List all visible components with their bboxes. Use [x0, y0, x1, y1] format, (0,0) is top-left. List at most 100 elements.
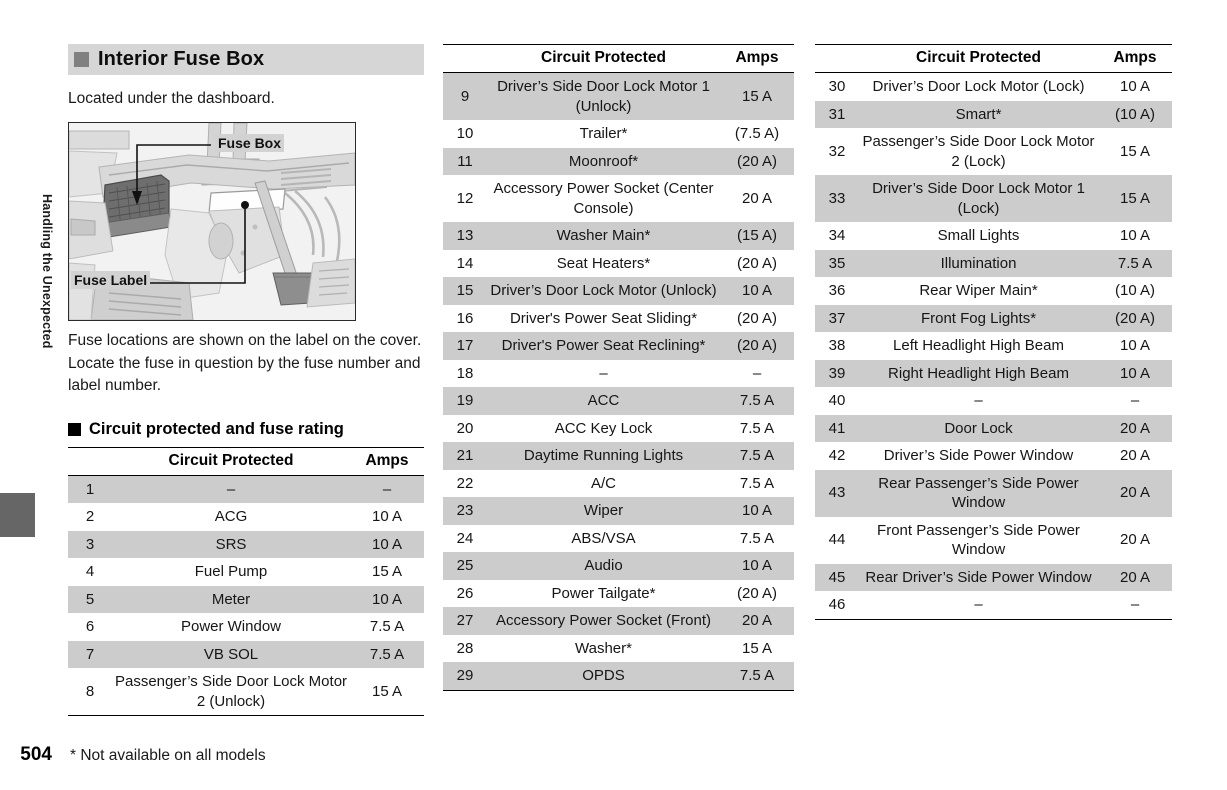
callout-fuse-box: Fuse Box	[215, 134, 285, 152]
cell-amps: 7.5 A	[739, 419, 775, 437]
cell-amps: –	[350, 475, 424, 503]
cell-fuse-number: 38	[828, 337, 846, 354]
cell-fuse-number: 19	[443, 387, 487, 415]
footnote-not-available: * Not available on all models	[70, 747, 266, 764]
table-row: 36 Rear Wiper Main* (10 A)	[815, 277, 1172, 305]
cell-fuse-number: 2	[85, 508, 95, 525]
column-header-amps: Amps	[720, 44, 794, 73]
column-header-amps: Amps	[350, 446, 424, 476]
table-row: 37 Front Fog Lights* (20 A)	[815, 304, 1172, 332]
cell-fuse-number: 14	[456, 254, 474, 272]
chapter-side-tab: Handling the Unexpected	[0, 0, 54, 790]
callout-fuse-label: Fuse Label	[71, 271, 151, 289]
cell-fuse-number: 15	[443, 277, 487, 305]
cell-circuit-protected: Right Headlight High Beam	[859, 359, 1098, 387]
cell-fuse-number: 39	[815, 359, 859, 387]
table-row: 11 Moonroof* (20 A)	[443, 147, 794, 175]
table-row: 34 Small Lights 10 A	[815, 222, 1172, 250]
cell-circuit-protected: Meter	[112, 585, 350, 613]
table-row: 21 Daytime Running Lights 7.5 A	[443, 442, 794, 470]
fuse-table-left: Circuit Protected Amps 1– –2 ACG 10 A 3 SRS 10…	[68, 446, 424, 717]
section-intro-text: Located under the dashboard.	[68, 90, 275, 107]
column-header-number	[68, 446, 112, 476]
table-row: 40 – –	[815, 387, 1172, 415]
cell-circuit-protected: OPDS	[487, 662, 720, 691]
cell-circuit-protected: Passenger’s Side Door Lock Motor 2 (Lock…	[862, 133, 1095, 170]
cell-fuse-number: 30	[828, 78, 846, 95]
cell-amps: (10 A)	[1114, 282, 1156, 299]
cell-fuse-number: 5	[68, 585, 112, 613]
cell-amps: 7.5 A	[739, 529, 775, 547]
cell-fuse-number: 42	[828, 447, 846, 464]
table-header-row: Circuit Protected Amps	[443, 44, 794, 73]
cell-amps: 7.5 A	[1098, 249, 1172, 277]
cell-circuit-protected: Driver’s Side Door Lock Motor 1 (Lock)	[859, 175, 1098, 222]
table-row: 20 ACC Key Lock 7.5 A	[443, 415, 794, 443]
cell-amps: 15 A	[350, 668, 424, 716]
cell-fuse-number: 16	[456, 309, 474, 327]
table-row: 32 Passenger’s Side Door Lock Motor 2 (Lo…	[815, 128, 1172, 175]
cell-fuse-number: 29	[443, 662, 487, 691]
fuse-table-left-body: 1– –2 ACG 10 A 3 SRS 10 A 4 Fuel Pump 15 A 5 Meter 1…	[68, 475, 424, 716]
cell-fuse-number: 31	[815, 100, 859, 128]
cell-circuit-protected: Rear Passenger’s Side Power Window	[859, 469, 1098, 517]
cell-circuit-protected: A/C	[590, 474, 616, 492]
table-row: 29 OPDS 7.5 A	[443, 662, 794, 691]
cell-circuit-protected: Illumination	[859, 249, 1098, 277]
fuse-table-middle-wrapper: Circuit Protected Amps 9 Driver’s Side Do…	[443, 44, 794, 691]
table-row: 42 Driver’s Side Power Window 20 A	[815, 442, 1172, 470]
table-row: 39 Right Headlight High Beam 10 A	[815, 359, 1172, 387]
table-row: 10 Trailer* (7.5 A)	[443, 120, 794, 148]
cell-circuit-protected: Front Passenger’s Side Power Window	[877, 521, 1080, 559]
cell-amps: 10 A	[720, 497, 794, 525]
cell-fuse-number: 26	[456, 584, 474, 602]
table-row: 33 Driver’s Side Door Lock Motor 1 (Lock)…	[815, 175, 1172, 222]
cell-amps: 7.5 A	[720, 387, 794, 415]
cell-amps: (20 A)	[736, 254, 778, 272]
cell-fuse-number: 8	[68, 668, 112, 716]
cell-circuit-protected: Door Lock	[859, 414, 1098, 442]
cell-amps: 15 A	[371, 563, 403, 580]
cell-circuit-protected: –	[599, 364, 608, 382]
table-row: 27 Accessory Power Socket (Front) 20 A	[443, 607, 794, 635]
cell-fuse-number: 13	[443, 222, 487, 250]
cell-fuse-number: 6	[85, 618, 95, 635]
table-row: 38 Left Headlight High Beam 10 A	[815, 332, 1172, 360]
table-row: 12 Accessory Power Socket (Center Console…	[443, 175, 794, 222]
table-row: 7 VB SOL 7.5 A	[68, 640, 424, 668]
cell-circuit-protected: Driver’s Door Lock Motor (Lock)	[872, 78, 1085, 95]
fuse-table-right-wrapper: Circuit Protected Amps 30 Driver’s Door L…	[815, 44, 1172, 620]
cell-amps: 15 A	[1119, 142, 1151, 160]
cell-amps: 15 A	[1098, 175, 1172, 222]
cell-amps: (20 A)	[736, 309, 778, 327]
fuse-table-left-wrapper: Circuit Protected Amps 1– –2 ACG 10 A 3 SRS 10…	[68, 446, 424, 717]
table-row: 35 Illumination 7.5 A	[815, 249, 1172, 277]
fuse-box-diagram-svg	[69, 123, 355, 320]
cell-circuit-protected: Accessory Power Socket (Center Console)	[493, 180, 714, 217]
cell-fuse-number: 10	[456, 125, 474, 142]
cell-fuse-number: 23	[443, 497, 487, 525]
cell-fuse-number: 45	[815, 563, 859, 591]
fuse-table-middle: Circuit Protected Amps 9 Driver’s Side Do…	[443, 44, 794, 691]
table-row: 25 Audio 10 A	[443, 552, 794, 580]
table-row: 45 Rear Driver’s Side Power Window 20 A	[815, 563, 1172, 591]
cell-circuit-protected: Rear Driver’s Side Power Window	[859, 563, 1098, 591]
table-row: 31 Smart* (10 A)	[815, 100, 1172, 128]
column-header-amps: Amps	[1098, 44, 1172, 73]
cell-circuit-protected: ACG	[214, 508, 248, 525]
cell-fuse-number: 9	[443, 72, 487, 120]
cell-circuit-protected: Audio	[487, 552, 720, 580]
cell-amps: 20 A	[720, 607, 794, 635]
table-row: 19 ACC 7.5 A	[443, 387, 794, 415]
cell-amps: (20 A)	[736, 584, 778, 602]
cell-amps: (20 A)	[720, 332, 794, 360]
cell-fuse-number: 36	[828, 282, 846, 299]
left-column: Interior Fuse Box Located under the dash…	[68, 0, 424, 716]
table-row: 16 Driver's Power Seat Sliding* (20 A)	[443, 305, 794, 333]
table-row: 5 Meter 10 A	[68, 585, 424, 613]
page-title: Interior Fuse Box	[98, 48, 265, 70]
middle-column: Circuit Protected Amps 9 Driver’s Side Do…	[443, 0, 794, 691]
column-header-circuit: Circuit Protected	[487, 44, 720, 73]
table-row: 18 – –	[443, 360, 794, 388]
cell-amps: 10 A	[1119, 337, 1151, 354]
